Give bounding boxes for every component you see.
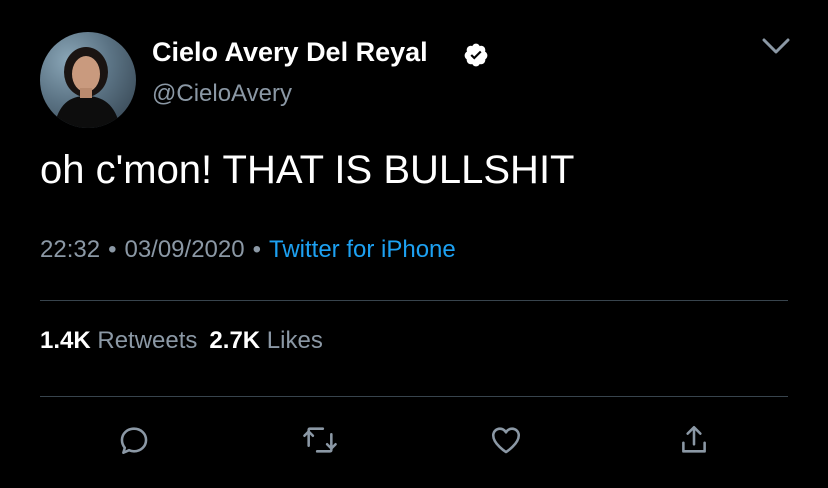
retweets-label: Retweets [97, 327, 198, 354]
tweet-meta: 22:32 • 03/09/2020 • Twitter for iPhone [40, 236, 456, 264]
retweets-stat[interactable]: 1.4K Retweets [40, 327, 197, 354]
divider [40, 396, 788, 397]
share-button[interactable] [674, 420, 714, 460]
like-button[interactable] [486, 420, 526, 460]
divider [40, 300, 788, 301]
meta-separator: • [108, 236, 117, 263]
tweet-time: 22:32 [40, 236, 101, 263]
tweet-date: 03/09/2020 [124, 236, 245, 263]
retweet-icon [303, 427, 337, 453]
avatar[interactable] [40, 32, 136, 128]
meta-separator: • [252, 236, 261, 263]
tweet-source-link[interactable]: Twitter for iPhone [269, 236, 456, 263]
tweet-card: Cielo Avery Del Reyal @CieloAvery oh c'm… [0, 0, 828, 488]
chevron-down-icon[interactable] [758, 34, 794, 58]
likes-stat[interactable]: 2.7K Likes [209, 327, 322, 354]
likes-label: Likes [266, 327, 323, 354]
retweets-count: 1.4K [40, 327, 91, 354]
verified-badge-icon [463, 42, 489, 68]
reply-button[interactable] [114, 420, 154, 460]
retweet-button[interactable] [300, 420, 340, 460]
tweet-text: oh c'mon! THAT IS BULLSHIT [40, 148, 575, 192]
share-icon [682, 425, 706, 453]
reply-icon [120, 427, 148, 455]
user-handle[interactable]: @CieloAvery [152, 80, 292, 108]
display-name[interactable]: Cielo Avery Del Reyal [152, 37, 428, 68]
heart-icon [491, 427, 521, 454]
likes-count: 2.7K [209, 327, 261, 354]
tweet-stats: 1.4K Retweets 2.7K Likes [40, 327, 323, 355]
